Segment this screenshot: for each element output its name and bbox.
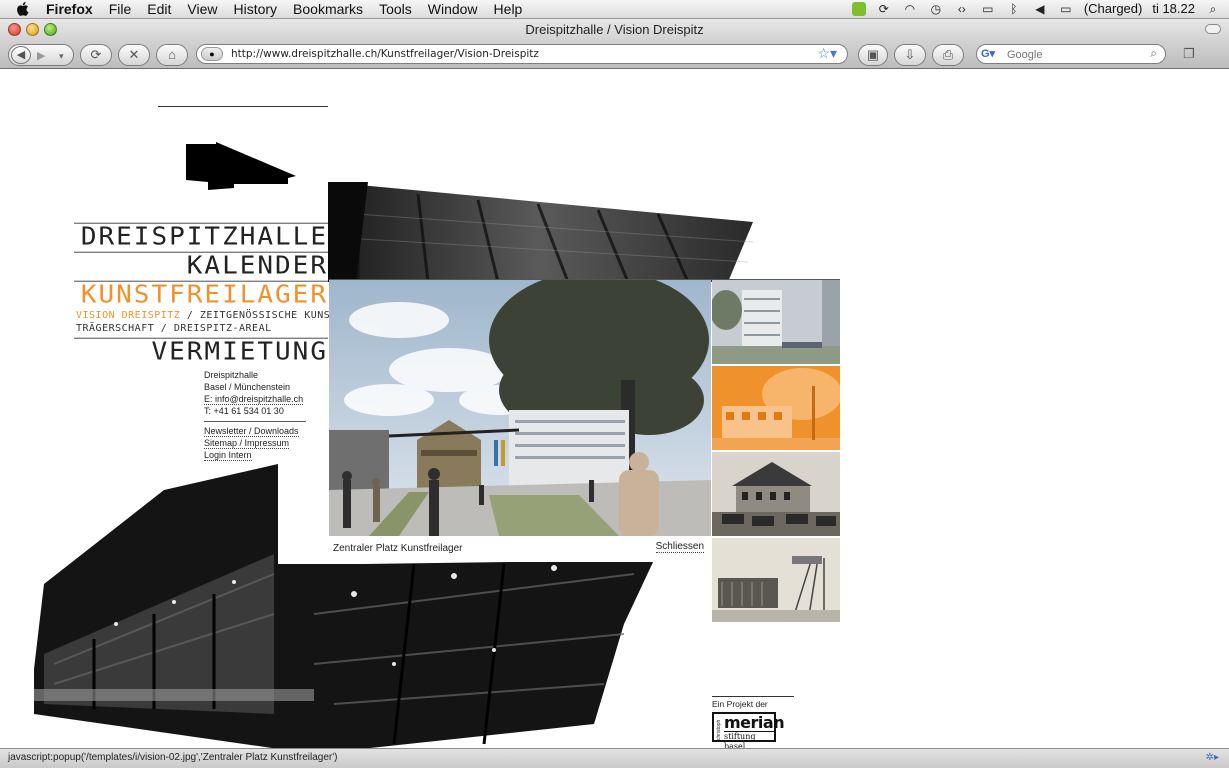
- search-icon[interactable]: ⌕: [1150, 46, 1157, 61]
- subnav-dreispitz-areal[interactable]: DREISPITZ-AREAL: [174, 323, 272, 334]
- home-button[interactable]: ⌂: [156, 44, 188, 66]
- page-tools-button[interactable]: ▣: [858, 44, 888, 66]
- main-navigation: DREISPITZHALLE KALENDER KUNSTFREILAGER V…: [74, 222, 337, 366]
- stop-button[interactable]: ✕: [118, 44, 150, 66]
- subnav-vision-dreispitz[interactable]: VISION DREISPITZ: [76, 310, 180, 321]
- back-button[interactable]: ◀: [11, 46, 31, 64]
- logo-rule: [158, 106, 328, 107]
- sponsor-block: Ein Projekt der christoph merian stiftun…: [712, 696, 794, 748]
- dreispitzhalle-logo[interactable]: [186, 142, 298, 192]
- browser-statusbar: javascript:popup('/templates/i/vision-02…: [0, 748, 1229, 768]
- popup-caption: Zentraler Platz Kunstfreilager: [333, 543, 463, 554]
- subnav-row-1: VISION DREISPITZ / ZEITGENÖSSISCHE KUNST: [76, 310, 337, 321]
- system-menubar: Firefox File Edit View History Bookmarks…: [0, 0, 1229, 19]
- subnav-row-2: TRÄGERSCHAFT / DREISPITZ-AREAL: [76, 323, 272, 334]
- window-titlebar: Dreispitzhalle / Vision Dreispitz: [0, 19, 1229, 41]
- toolbar-toggle-button[interactable]: [1205, 24, 1221, 34]
- time-machine-icon[interactable]: ◷: [928, 2, 944, 16]
- sponsor-rule: [712, 696, 794, 697]
- contact-name: Dreispitzhalle: [204, 370, 259, 380]
- merian-logo-vertical-text: christoph: [716, 719, 722, 740]
- subnav-zeitgenoessische-kunst[interactable]: ZEITGENÖSSISCHE KUNST: [200, 310, 337, 321]
- site-identity-icon[interactable]: ●: [201, 47, 223, 61]
- menu-help[interactable]: Help: [494, 1, 523, 17]
- thumbnail-3[interactable]: [712, 452, 840, 536]
- sitemap-link[interactable]: Sitemap / Impressum: [204, 438, 290, 449]
- status-app-icon[interactable]: [851, 1, 866, 16]
- code-icon[interactable]: ‹›: [954, 2, 970, 16]
- menu-edit[interactable]: Edit: [147, 1, 171, 17]
- search-input[interactable]: [1007, 47, 1137, 62]
- gallery-thumbnails: [712, 280, 840, 624]
- merian-logo-sub: stiftung basel: [724, 731, 774, 748]
- addon-bar-icon[interactable]: ✲▸: [1206, 752, 1219, 763]
- history-dropdown-icon[interactable]: ▾: [59, 46, 64, 66]
- search-bar[interactable]: G▾ ⌕: [976, 44, 1166, 64]
- nav-dreispitzhalle[interactable]: DREISPITZHALLE: [74, 222, 328, 250]
- menu-view[interactable]: View: [187, 1, 217, 17]
- merian-logo-name: merian: [724, 713, 785, 732]
- google-engine-icon[interactable]: G▾: [981, 47, 995, 61]
- status-text: javascript:popup('/templates/i/vision-02…: [8, 752, 338, 763]
- contact-email-link[interactable]: E: info@dreispitzhalle.ch: [204, 394, 304, 405]
- menu-bookmarks[interactable]: Bookmarks: [293, 1, 363, 17]
- display-icon[interactable]: ▭: [980, 2, 996, 16]
- login-link[interactable]: Login Intern: [204, 450, 252, 461]
- address-bar[interactable]: ● ☆▾: [196, 44, 848, 64]
- reload-button[interactable]: ⟳: [80, 44, 112, 66]
- apple-icon[interactable]: [16, 1, 30, 17]
- contact-block: Dreispitzhalle Basel / Münchenstein E: i…: [204, 369, 306, 461]
- thumbnail-4[interactable]: [712, 538, 840, 622]
- wifi-icon[interactable]: ◠: [902, 2, 918, 16]
- sync-icon[interactable]: ⟳: [876, 2, 892, 16]
- sponsor-label: Ein Projekt der: [712, 699, 768, 709]
- subnav-traegerschaft[interactable]: TRÄGERSCHAFT: [76, 323, 154, 334]
- hall-roof-photo: [328, 182, 754, 282]
- nav-kalender[interactable]: KALENDER: [74, 251, 328, 279]
- battery-status[interactable]: (Charged): [1084, 1, 1143, 16]
- thumbnail-2[interactable]: [712, 366, 840, 450]
- contact-phone: T: +41 61 534 01 30: [204, 406, 284, 416]
- battery-icon[interactable]: ▭: [1058, 2, 1074, 16]
- image-popup: Zentraler Platz Kunstfreilager Schliesse…: [329, 280, 711, 562]
- web-page: DREISPITZHALLE KALENDER KUNSTFREILAGER V…: [0, 70, 1229, 748]
- popup-close-link[interactable]: Schliessen: [655, 541, 704, 553]
- nav-kunstfreilager[interactable]: KUNSTFREILAGER: [74, 280, 328, 308]
- contact-place: Basel / Münchenstein: [204, 382, 291, 392]
- bookmark-star-icon[interactable]: ☆▾: [817, 45, 837, 62]
- menu-history[interactable]: History: [233, 1, 277, 17]
- menu-window[interactable]: Window: [428, 1, 478, 17]
- forward-button[interactable]: ▶: [37, 46, 45, 66]
- menu-file[interactable]: File: [109, 1, 132, 17]
- merian-logo[interactable]: christoph merian stiftung basel: [712, 712, 785, 748]
- url-input[interactable]: [231, 46, 791, 62]
- bluetooth-icon[interactable]: ᛒ: [1006, 2, 1022, 16]
- nav-vermietung[interactable]: VERMIETUNG: [74, 337, 328, 365]
- history-nav-group: ◀ ▶ ▾: [8, 44, 74, 66]
- thumbnail-1[interactable]: [712, 280, 840, 364]
- menu-app-firefox[interactable]: Firefox: [46, 1, 93, 17]
- popup-photo: [329, 280, 711, 536]
- print-button[interactable]: ⎙: [932, 44, 964, 66]
- volume-icon[interactable]: ◀: [1032, 2, 1048, 16]
- clock[interactable]: ti 18.22: [1152, 1, 1195, 16]
- downloads-button[interactable]: ⇩: [894, 44, 926, 66]
- menu-tools[interactable]: Tools: [379, 1, 412, 17]
- spotlight-icon[interactable]: ⌕: [1205, 2, 1221, 16]
- newsletter-link[interactable]: Newsletter / Downloads: [204, 426, 299, 437]
- new-window-icon[interactable]: ❐: [1176, 44, 1202, 66]
- window-title: Dreispitzhalle / Vision Dreispitz: [525, 22, 704, 37]
